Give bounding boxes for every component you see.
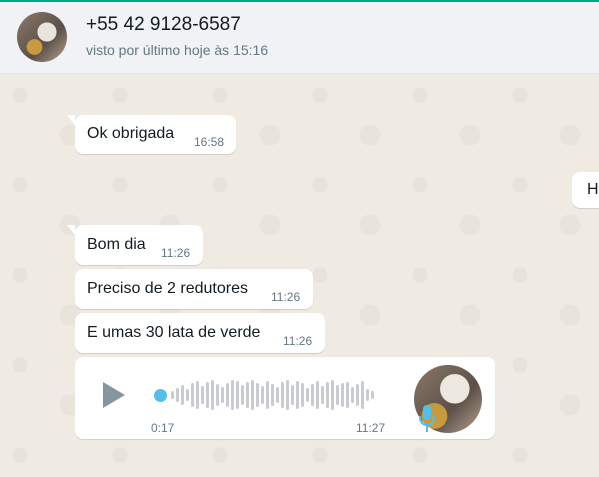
message-time: 11:26 xyxy=(283,334,313,348)
contact-name[interactable]: +55 42 9128-6587 xyxy=(86,14,241,36)
audio-waveform[interactable] xyxy=(171,379,381,411)
message-text: Preciso de 2 redutores xyxy=(87,280,248,297)
voice-message[interactable]: 0:17 11:27 xyxy=(75,357,495,439)
chat-area[interactable]: Ok obrigada 16:58 H Bom dia 11:26 Precis… xyxy=(0,75,599,477)
voice-duration: 0:17 xyxy=(151,421,175,435)
message-text: E umas 30 lata de verde xyxy=(87,324,261,341)
outgoing-message[interactable]: H xyxy=(572,172,599,208)
message-text: Ok obrigada xyxy=(87,125,175,142)
message-time: 16:58 xyxy=(194,135,225,149)
message-time: 11:27 xyxy=(356,421,386,435)
play-icon[interactable] xyxy=(103,382,125,408)
message-time: 11:26 xyxy=(271,290,301,304)
message-text: Bom dia xyxy=(87,236,146,253)
mic-icon xyxy=(419,405,435,432)
message-text: H xyxy=(587,181,599,198)
incoming-message[interactable]: Bom dia 11:26 xyxy=(67,225,203,265)
message-time: 11:26 xyxy=(161,246,191,260)
incoming-message[interactable]: Ok obrigada 16:58 xyxy=(67,115,236,154)
chat-header[interactable]: +55 42 9128-6587 visto por último hoje à… xyxy=(0,2,599,74)
incoming-message[interactable]: E umas 30 lata de verde 11:26 xyxy=(75,313,325,353)
incoming-message[interactable]: Preciso de 2 redutores 11:26 xyxy=(75,269,313,309)
contact-last-seen: visto por último hoje às 15:16 xyxy=(86,42,269,58)
playback-position-handle[interactable] xyxy=(154,389,167,402)
contact-avatar[interactable] xyxy=(17,12,67,62)
